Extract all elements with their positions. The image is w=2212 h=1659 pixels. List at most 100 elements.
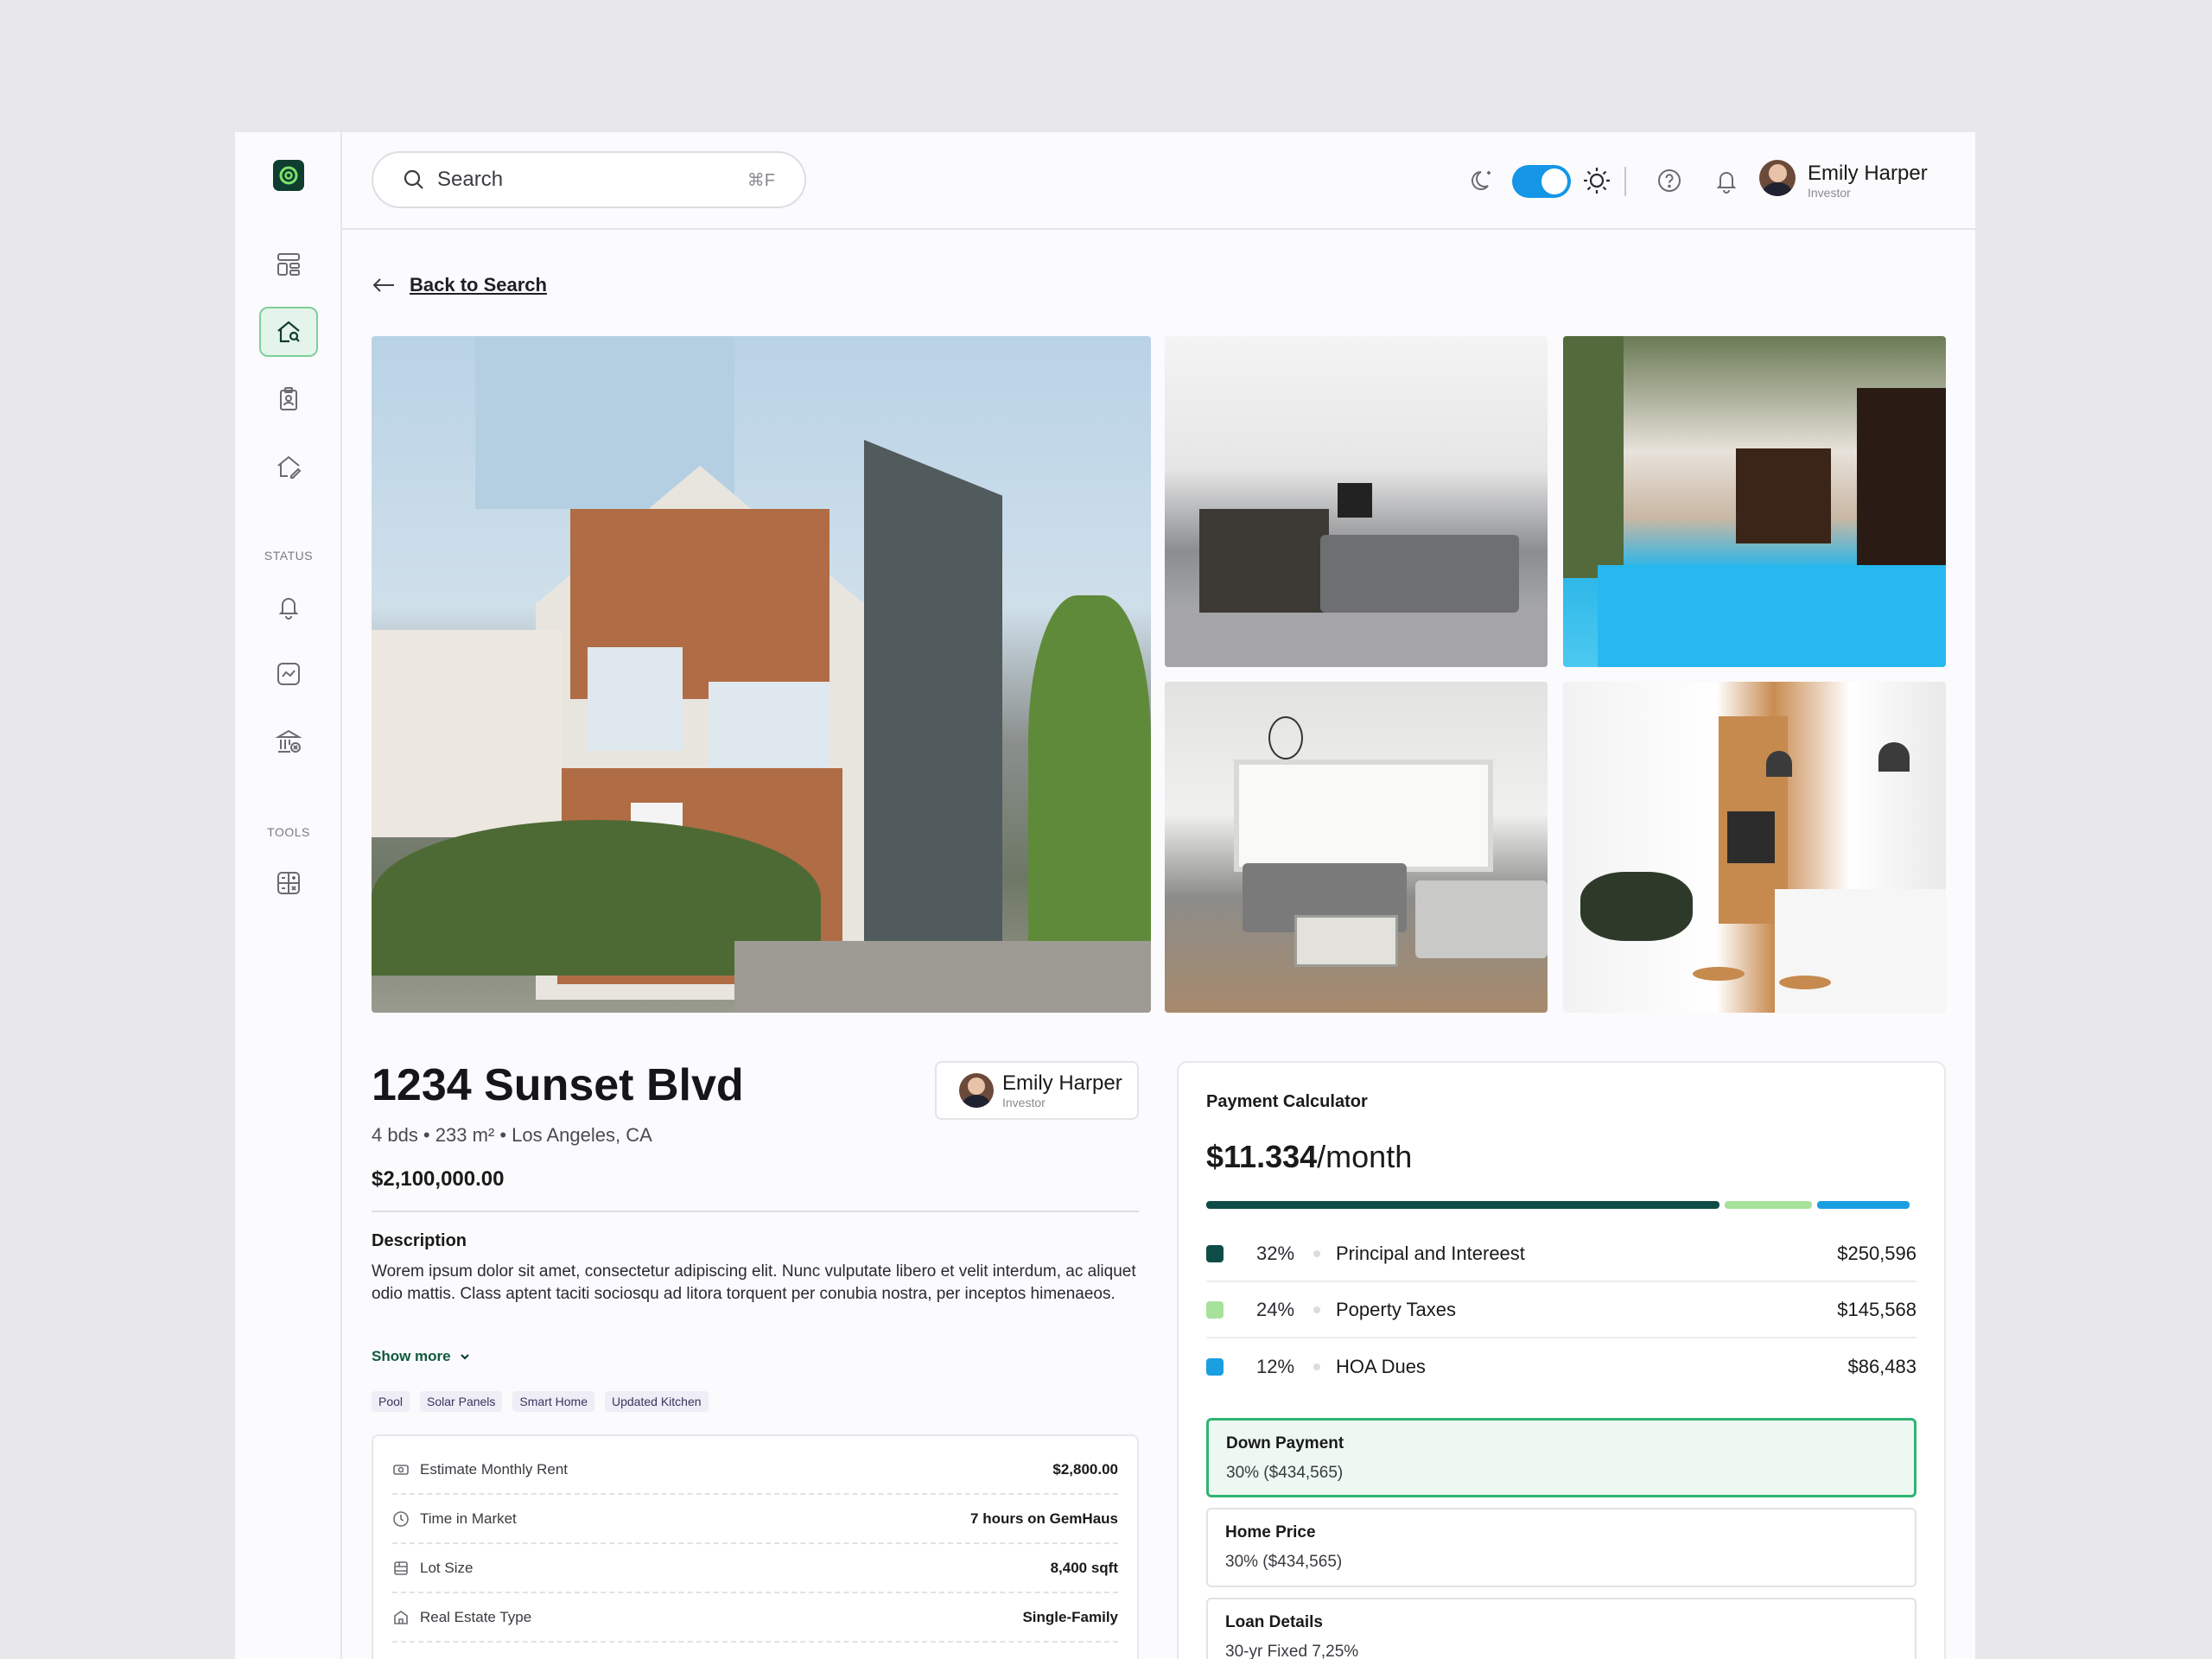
- monthly-period: /month: [1317, 1139, 1413, 1174]
- dashboard-icon[interactable]: [259, 239, 318, 289]
- breakdown-percent: 12%: [1256, 1356, 1295, 1377]
- breakdown-row: 24% Poperty Taxes $145,568: [1206, 1283, 1916, 1338]
- bell-icon[interactable]: [259, 582, 318, 632]
- status-section-label: STATUS: [264, 549, 314, 563]
- agent-role: Investor: [1002, 1096, 1046, 1109]
- home-search-icon[interactable]: [259, 307, 318, 357]
- loan-details-field[interactable]: Loan Details 30-yr Fixed 7,25%: [1206, 1598, 1916, 1659]
- breakdown-label: Principal and Intereest: [1336, 1243, 1525, 1264]
- arrow-left-icon: [372, 278, 394, 292]
- fact-row: Estimate Monthly Rent $2,800.00: [392, 1446, 1118, 1495]
- breakdown-row: 32% Principal and Intereest $250,596: [1206, 1227, 1916, 1282]
- calculator-icon[interactable]: [259, 858, 318, 908]
- topbar: Search ⌘F Emily Harper Investor: [342, 132, 1975, 230]
- description-text: Worem ipsum dolor sit amet, consectetur …: [372, 1262, 1136, 1303]
- agent-card[interactable]: Emily Harper Investor: [935, 1061, 1139, 1120]
- fact-label: Real Estate Type: [420, 1609, 532, 1625]
- clipboard-user-icon[interactable]: [259, 374, 318, 424]
- moon-icon[interactable]: [1467, 165, 1498, 196]
- app-window: STATUS TOOLS Search ⌘F Emily Harper Inve…: [235, 132, 1975, 1659]
- section-divider: [372, 1211, 1139, 1212]
- money-icon: [393, 1465, 409, 1475]
- search-placeholder: Search: [437, 168, 504, 191]
- toggle-knob: [1541, 168, 1567, 194]
- property-meta: 4 bds • 233 m² • Los Angeles, CA: [372, 1124, 652, 1146]
- legend-swatch: [1206, 1358, 1224, 1376]
- search-icon: [404, 169, 423, 189]
- tag[interactable]: Pool: [372, 1391, 410, 1412]
- tag[interactable]: Smart Home: [512, 1391, 594, 1412]
- down-payment-field[interactable]: Down Payment 30% ($434,565): [1206, 1418, 1916, 1497]
- separator-dot: [1313, 1363, 1320, 1370]
- chart-icon[interactable]: [259, 649, 318, 699]
- property-title: 1234 Sunset Blvd: [372, 1060, 744, 1110]
- fact-row: Time in Market 7 hours on GemHaus: [392, 1496, 1118, 1544]
- tag-list: Pool Solar Panels Smart Home Updated Kit…: [372, 1391, 709, 1412]
- breakdown-label: Poperty Taxes: [1336, 1299, 1457, 1320]
- breakdown-row: 12% HOA Dues $86,483: [1206, 1339, 1916, 1395]
- sun-icon[interactable]: [1581, 165, 1612, 196]
- agent-name: Emily Harper: [1002, 1071, 1122, 1095]
- theme-toggle[interactable]: [1512, 165, 1571, 198]
- help-icon[interactable]: [1654, 165, 1685, 196]
- property-facts-table: Estimate Monthly Rent $2,800.00 Time in …: [372, 1434, 1139, 1659]
- kitchen-photo[interactable]: [1563, 682, 1946, 1013]
- breakdown-percent: 24%: [1256, 1299, 1295, 1320]
- main-house-photo[interactable]: [372, 336, 1151, 1013]
- field-heading: Loan Details: [1225, 1613, 1323, 1631]
- breakdown-amount: $250,596: [1837, 1243, 1916, 1264]
- breakdown-bar-segment: [1206, 1201, 1719, 1209]
- agent-avatar: [959, 1073, 994, 1108]
- back-to-search-link[interactable]: Back to Search: [372, 274, 547, 296]
- lounge-photo[interactable]: [1165, 682, 1548, 1013]
- home-price-field[interactable]: Home Price 30% ($434,565): [1206, 1508, 1916, 1587]
- tag[interactable]: Updated Kitchen: [605, 1391, 709, 1412]
- monthly-amount: $11.334: [1206, 1139, 1318, 1174]
- breakdown-bar-segment: [1725, 1201, 1812, 1209]
- fact-label: Time in Market: [420, 1510, 517, 1527]
- home-edit-icon[interactable]: [259, 442, 318, 492]
- breakdown-bar-segment: [1817, 1201, 1910, 1209]
- calculator-heading: Payment Calculator: [1206, 1092, 1368, 1111]
- fact-label: Lot Size: [420, 1560, 474, 1576]
- user-name[interactable]: Emily Harper: [1808, 162, 1928, 186]
- fact-value: 7 hours on GemHaus: [970, 1510, 1118, 1527]
- legend-swatch: [1206, 1301, 1224, 1319]
- separator-dot: [1313, 1250, 1320, 1257]
- show-more-button[interactable]: Show more: [372, 1348, 472, 1365]
- fact-label: Estimate Monthly Rent: [420, 1461, 569, 1478]
- fact-value: 8,400 sqft: [1050, 1560, 1118, 1576]
- sidebar: STATUS TOOLS: [235, 132, 342, 1659]
- tools-section-label: TOOLS: [267, 825, 310, 839]
- legend-swatch: [1206, 1245, 1224, 1262]
- chevron-down-icon: [460, 1354, 469, 1360]
- user-avatar[interactable]: [1759, 160, 1796, 196]
- separator-dot: [1313, 1306, 1320, 1313]
- monthly-payment: $11.334/month: [1206, 1139, 1412, 1175]
- fact-row: Real Estate Type Single-Family: [392, 1594, 1118, 1643]
- tag[interactable]: Solar Panels: [420, 1391, 503, 1412]
- show-more-label: Show more: [372, 1348, 451, 1364]
- search-input[interactable]: Search ⌘F: [372, 151, 806, 208]
- clock-icon: [393, 1511, 409, 1527]
- property-price: $2,100,000.00: [372, 1167, 505, 1191]
- fact-value: $2,800.00: [1052, 1461, 1118, 1478]
- breakdown-label: HOA Dues: [1336, 1356, 1426, 1377]
- logo[interactable]: [273, 160, 304, 191]
- notification-bell-icon[interactable]: [1711, 165, 1742, 196]
- search-shortcut: ⌘F: [747, 170, 775, 190]
- fact-row: Lot Size 8,400 sqft: [392, 1545, 1118, 1593]
- bank-icon[interactable]: [259, 716, 318, 766]
- field-value: 30% ($434,565): [1226, 1464, 1344, 1482]
- user-role: Investor: [1808, 186, 1851, 200]
- breakdown-amount: $86,483: [1847, 1356, 1916, 1377]
- topbar-divider: [1624, 167, 1626, 196]
- field-heading: Down Payment: [1226, 1434, 1344, 1452]
- pool-photo[interactable]: [1563, 336, 1946, 667]
- field-heading: Home Price: [1225, 1523, 1316, 1541]
- breakdown-amount: $145,568: [1837, 1299, 1916, 1320]
- field-value: 30-yr Fixed 7,25%: [1225, 1643, 1359, 1659]
- living-room-photo[interactable]: [1165, 336, 1548, 667]
- back-label: Back to Search: [410, 274, 547, 296]
- building-icon: [394, 1611, 408, 1624]
